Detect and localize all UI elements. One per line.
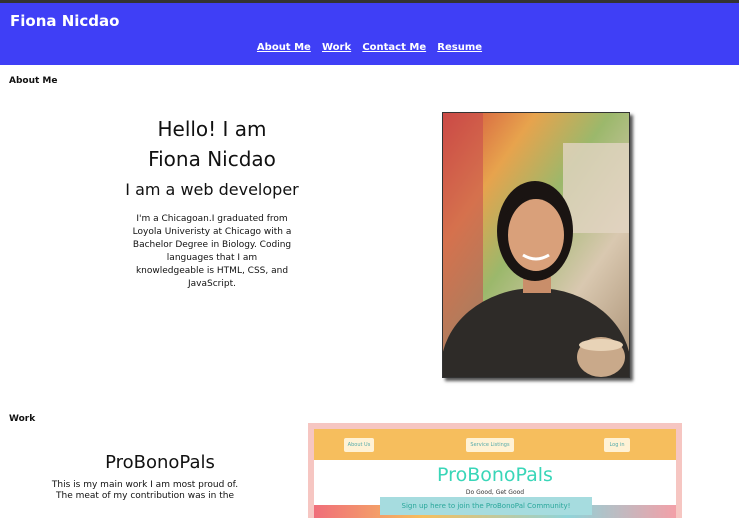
nav-link-resume[interactable]: Resume [437,42,482,53]
hero-bio: I'm a Chicagoan.I graduated from Loyola … [132,214,292,289]
profile-photo [442,112,630,378]
profile-photo-image [443,113,629,377]
work-section-label: Work [9,414,36,424]
site-header: Fiona Nicdao About Me Work Contact Me Re… [0,3,739,65]
project-desc-line-1: This is my main work I am most proud of. [51,480,239,490]
project-desc-line-2: The meat of my contribution was in the [56,491,234,501]
project-screenshot-nav: About Us Service Listings Log in [314,429,676,460]
hero-subtitle: I am a web developer [125,180,299,199]
hero-greeting: Hello! I am Fiona Nicdao [112,114,312,174]
main-nav: About Me Work Contact Me Resume [0,42,739,53]
site-brand[interactable]: Fiona Nicdao [10,12,119,30]
screenshot-title: ProBonoPals [437,464,553,486]
screenshot-nav-services: Service Listings [466,438,514,452]
about-section-label: About Me [9,76,58,86]
nav-link-work[interactable]: Work [322,42,351,53]
screenshot-tagline: Do Good, Get Good [465,489,525,496]
greeting-line-1: Hello! I am [157,117,267,141]
screenshot-signup-banner: Sign up here to join the ProBonoPal Comm… [380,497,592,515]
project-screenshot[interactable]: About Us Service Listings Log in ProBono… [308,423,682,518]
project-title: ProBonoPals [105,452,215,473]
screenshot-nav-login: Log in [604,438,630,452]
project-description: This is my main work I am most proud of.… [50,480,240,502]
nav-link-about[interactable]: About Me [257,42,311,53]
screenshot-nav-about: About Us [344,438,374,452]
greeting-line-2: Fiona Nicdao [148,147,276,171]
project-screenshot-page: About Us Service Listings Log in ProBono… [314,429,676,518]
nav-link-contact[interactable]: Contact Me [362,42,426,53]
